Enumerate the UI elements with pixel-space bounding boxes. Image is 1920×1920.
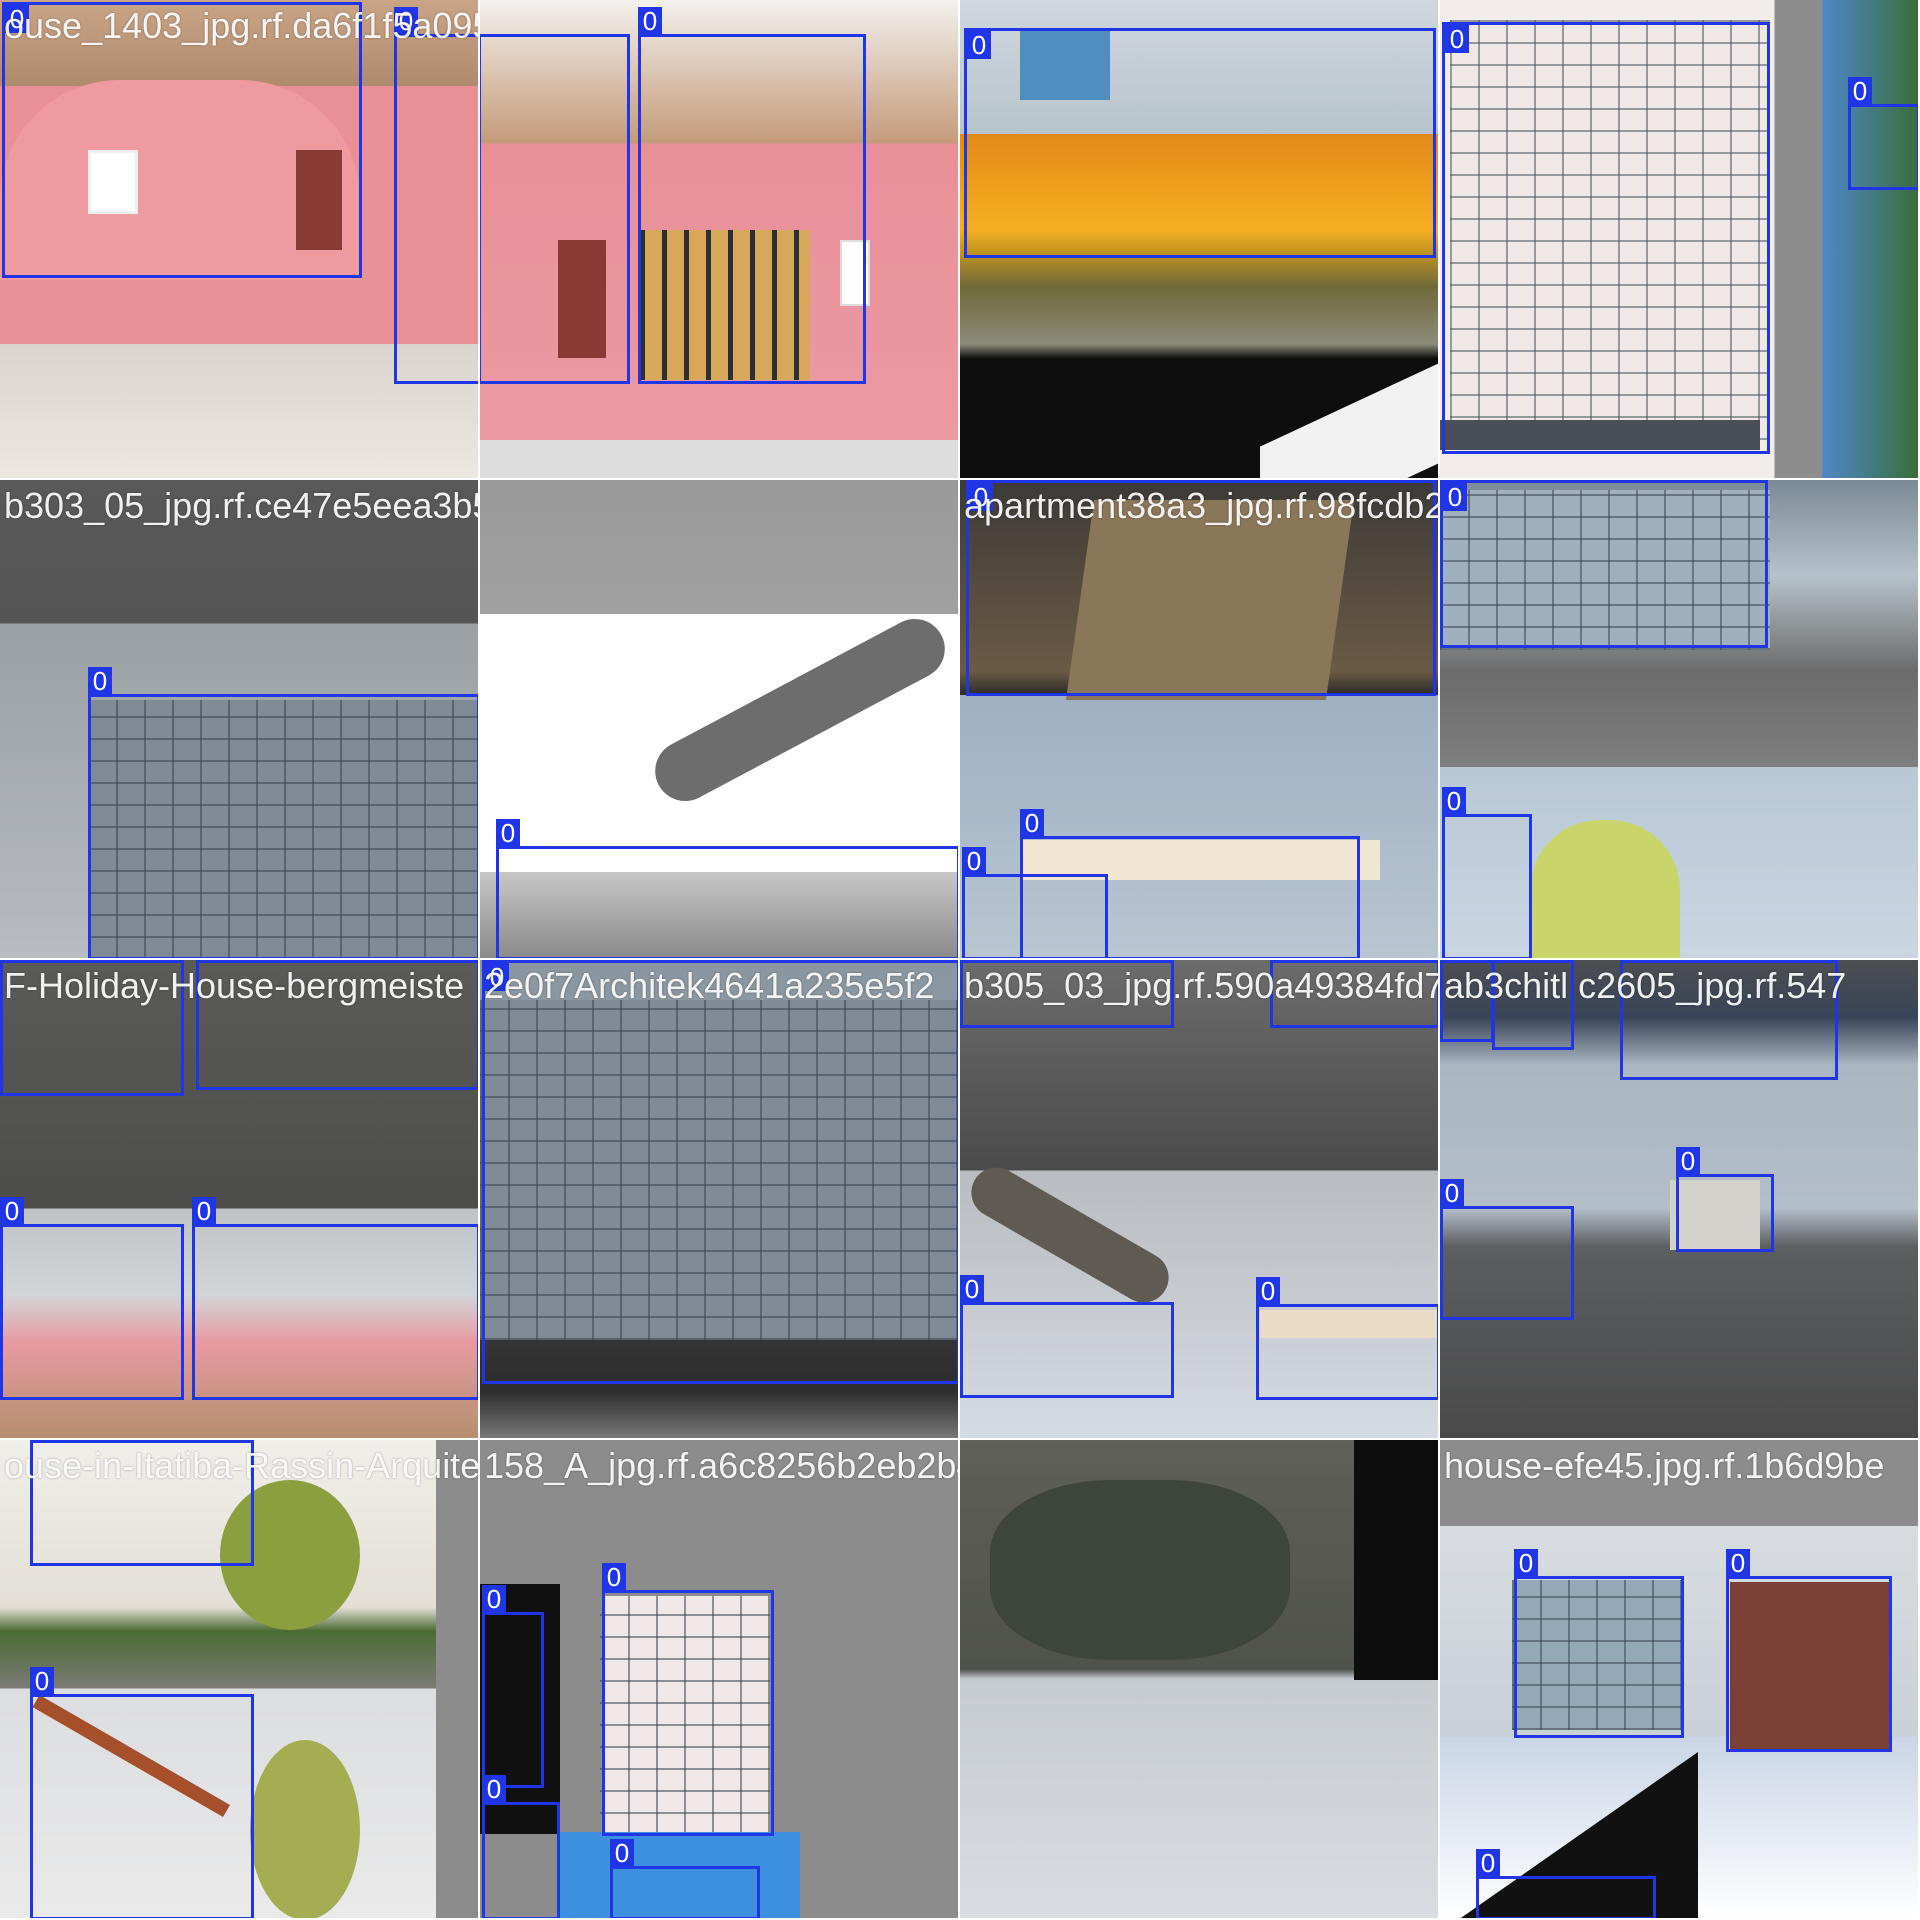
class-label: 0 (1020, 809, 1044, 837)
bounding-box: 0 (1442, 787, 1532, 958)
class-label: 0 (638, 7, 662, 35)
class-label: 0 (192, 1197, 216, 1225)
class-label: 0 (1848, 77, 1872, 105)
tile-11: 0 0 0 0 b305_03_jpg.rf.590a49384fd7 (960, 960, 1440, 1440)
tile-title: b303_05_jpg.rf.ce47e5eea3b5b7c0bd8fe8924… (4, 485, 478, 526)
class-label: 0 (196, 960, 220, 961)
bounding-box: 0 (192, 1197, 478, 1400)
padding (436, 1440, 478, 1918)
bounding-box: 0 (1440, 480, 1768, 648)
class-label: 0 (496, 819, 520, 847)
class-label: 0 (1270, 960, 1294, 961)
tile-5: 0 b303_05_jpg.rf.ce47e5eea3b5b7c0bd8fe89… (0, 480, 480, 960)
tile-title: 158_A_jpg.rf.a6c8256b2eb2b4928e31jpg.rf.… (484, 1445, 958, 1486)
tile-title: house-efe45.jpg.rf.1b6d9be (1444, 1445, 1885, 1486)
class-label: 0 (967, 31, 991, 59)
mosaic-grid: ouse_1403_jpg.rf.da6f1f5a0954ebb099f7f4a… (0, 0, 1920, 1920)
tree-foliage (990, 1480, 1290, 1660)
class-label: 0 (0, 960, 24, 961)
class-label: 0 (88, 667, 112, 695)
bounding-box: 0 (1726, 1549, 1892, 1752)
bounding-box: 0 (638, 7, 866, 384)
tree-branch (644, 608, 956, 812)
class-label: 0 (1620, 960, 1644, 961)
bounding-box: 0 (610, 1839, 760, 1918)
tile-title: F-Holiday-House-bergmeiste (4, 965, 465, 1006)
tile-6: 0 (480, 480, 960, 960)
bounding-box: 0 (1256, 1277, 1438, 1400)
class-label: 0 (610, 1839, 634, 1867)
bounding-box (480, 34, 630, 384)
tile-title: ab3chitl c2605_jpg.rf.547 (1444, 965, 1847, 1006)
class-label: 0 (1442, 787, 1466, 815)
bounding-box: 0 (1476, 1849, 1656, 1918)
class-label: 0 (602, 1563, 626, 1591)
tree-canopy (250, 1740, 360, 1918)
class-label: 0 (1445, 25, 1469, 53)
bounding-box: 0 (1848, 77, 1918, 190)
bounding-box: 0 (482, 1775, 560, 1918)
dark-padding (1354, 1440, 1438, 1680)
bounding-box: 0 (1442, 22, 1770, 454)
tile-15 (960, 1440, 1440, 1920)
bounding-box: 0 (964, 28, 1436, 258)
bounding-box: 0 (88, 667, 478, 958)
class-label: 0 (1676, 1147, 1700, 1175)
class-label: 0 (482, 1585, 506, 1613)
bounding-box: 0 (394, 7, 478, 384)
tile-7: 0 0 0 apartment38a3_jpg.rf.98fcdb295f45c… (960, 480, 1440, 960)
tile-title: ouse-in-Itatiba-Rassin-Arquitetura (4, 1445, 480, 1486)
class-label: 0 (1256, 1277, 1280, 1305)
tile-title: 2e0f7Architek4641a235e5f2 (484, 965, 935, 1006)
tile-12: 0 0 0 0 0 ab3chitl c2605_jpg.rf.547 (1440, 960, 1920, 1440)
class-label: 0 (1514, 1549, 1538, 1577)
bounding-box: 0 (30, 1667, 254, 1918)
bounding-box: 0 (496, 819, 958, 958)
class-label: 0 (1443, 483, 1467, 511)
class-label: 0 (30, 1440, 54, 1441)
class-label: 0 (960, 960, 984, 961)
class-label: 0 (30, 1667, 54, 1695)
tile-13: 0 0 ouse-in-Itatiba-Rassin-Arquitetura (0, 1440, 480, 1920)
bounding-box: 0 (960, 1275, 1174, 1398)
tile-8: 0 0 (1440, 480, 1920, 960)
class-label: 0 (1440, 960, 1464, 961)
white-slope (1260, 353, 1438, 478)
bounding-box: 0 (1440, 1179, 1574, 1320)
tile-2: 0 (480, 0, 960, 480)
class-label: 0 (1726, 1549, 1750, 1577)
tile-title: ouse_1403_jpg.rf.da6f1f5a0954ebb099f7f4a… (4, 5, 478, 46)
tree-canopy (1530, 820, 1680, 958)
tile-4: 0 0 (1440, 0, 1920, 480)
tile-10: 0 2e0f7Architek4641a235e5f2 (480, 960, 960, 1440)
bounding-box: 0 (962, 847, 1108, 958)
tile-14: 0 0 0 0 158_A_jpg.rf.a6c8256b2eb2b4928e3… (480, 1440, 960, 1920)
class-label: 0 (1476, 1849, 1500, 1877)
tile-9: 0 0 0 0 F-Holiday-House-bergmeiste (0, 960, 480, 1440)
class-label: 0 (0, 1197, 24, 1225)
bounding-box: 0 (0, 1197, 184, 1400)
class-label: 0 (962, 847, 986, 875)
tile-16: 0 0 0 house-efe45.jpg.rf.1b6d9be (1440, 1440, 1920, 1920)
bounding-box: 0 (1676, 1147, 1774, 1252)
bounding-box: 0 (482, 1585, 544, 1788)
class-label: 0 (960, 1275, 984, 1303)
class-label: 0 (1440, 1179, 1464, 1207)
tile-3: 0 (960, 0, 1440, 480)
bounding-box: 0 (482, 960, 958, 1384)
bounding-box: 0 (602, 1563, 774, 1836)
tile-title: apartment38a3_jpg.rf.98fcdb295f45c9a5901… (964, 485, 1438, 526)
tree-branch (962, 1158, 1178, 1312)
tile-title: b305_03_jpg.rf.590a49384fd7 (964, 965, 1440, 1006)
class-label: 0 (1492, 960, 1516, 961)
tile-1: ouse_1403_jpg.rf.da6f1f5a0954ebb099f7f4a… (0, 0, 480, 480)
class-label: 0 (482, 1775, 506, 1803)
bounding-box: 0 (1514, 1549, 1684, 1738)
